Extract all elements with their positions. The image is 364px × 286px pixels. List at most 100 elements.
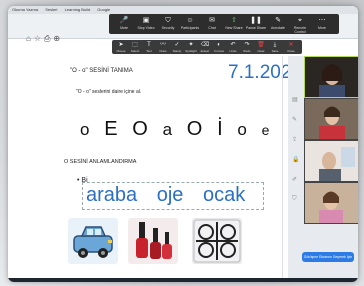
participants-button[interactable]: ☺ Participants: [179, 16, 201, 30]
instruction-text: "O - o" seslerini daire içine al.: [76, 89, 142, 95]
home-icon[interactable]: ⌂: [26, 34, 34, 43]
share-screen-icon: ⇧: [231, 17, 237, 24]
annotate-mouse-tool[interactable]: ➤ Mouse: [114, 42, 128, 53]
pause-share-button[interactable]: ❚❚ Pause Share: [245, 16, 267, 30]
word: ocak: [202, 184, 246, 206]
thumbnail-icon[interactable]: ▤: [292, 96, 298, 103]
annotation-toolbar: ➤ Mouse ⬚ Select T Text 〰 Draw ✓ Stamp ✦ Spotl…: [112, 40, 302, 54]
letter: İ: [217, 118, 223, 140]
zoom-toolbar: 🎤 Mute ▣ Stop Video ⛉ Security ☺ Participant…: [109, 14, 339, 34]
mute-button[interactable]: 🎤 Mute: [113, 16, 135, 30]
participant-video[interactable]: [304, 56, 358, 98]
tool-label: Mouse: [116, 49, 126, 53]
letter: a: [162, 120, 173, 139]
chat-button[interactable]: ✉ Chat: [201, 16, 223, 30]
tool-label: Undo: [229, 49, 237, 53]
format-icon: ◐: [217, 42, 221, 48]
select-meeting-screen-button[interactable]: Görüşme Ekranını Seçmek İçin: [302, 252, 354, 262]
video-camera-icon: ▣: [142, 17, 150, 24]
participants-icon: ☺: [186, 17, 194, 24]
tool-label: Redo: [243, 49, 251, 53]
browser-tab[interactable]: Okuma Yazma: [12, 7, 38, 12]
stop-video-button[interactable]: ▣ Stop Video: [135, 16, 157, 30]
undo-icon: ↶: [230, 42, 236, 48]
browser-tab[interactable]: Google: [97, 7, 110, 12]
tool-label: Text: [146, 49, 152, 53]
annotated-words: araba oje ocak: [86, 184, 259, 207]
annotate-save-tool[interactable]: ⤓ Save: [268, 42, 282, 53]
annotate-format-tool[interactable]: ◐ Format: [212, 42, 226, 53]
chat-icon: ✉: [209, 17, 215, 24]
more-label: More: [318, 26, 326, 30]
new-share-button[interactable]: ⇧ New Share: [223, 16, 245, 30]
mute-label: Mute: [120, 26, 128, 30]
section-heading-2: O SESİNİ ANLAMLANDIRMA: [64, 159, 137, 165]
annotate-select-tool[interactable]: ⬚ Select: [128, 42, 142, 53]
comment-icon[interactable]: ✎: [292, 116, 297, 123]
annotate-spotlight-tool[interactable]: ✦ Spotlight: [184, 42, 198, 53]
browser-tab[interactable]: Learning Build: [65, 7, 91, 12]
browser-tab[interactable]: Sesleri: [45, 7, 57, 12]
annotate-redo-tool[interactable]: ↷ Redo: [240, 42, 254, 53]
worksheet-page: "O - o" SESİNİ TANIMA 7.1.2021 "O - o" s…: [16, 56, 302, 278]
document-toolbar-icons: ⌂☆⎙⊕: [26, 34, 63, 44]
tool-label: Format: [214, 49, 224, 53]
share-icon[interactable]: ⇪: [292, 136, 297, 143]
participant-video[interactable]: [304, 182, 358, 224]
letter: e: [261, 122, 270, 138]
word: oje: [156, 184, 184, 206]
security-button[interactable]: ⛉ Security: [157, 16, 179, 30]
participant-video[interactable]: [304, 140, 358, 182]
star-icon[interactable]: ☆: [34, 34, 44, 43]
stove-image: [192, 218, 242, 264]
tool-label: Select: [130, 49, 140, 53]
annotate-draw-tool[interactable]: 〰 Draw: [156, 42, 170, 53]
pause-icon: ❚❚: [250, 17, 262, 24]
annotate-clear-tool[interactable]: 🗑 Clear: [254, 42, 268, 53]
pencil-icon: ✎: [275, 17, 281, 24]
annotate-text-tool[interactable]: T Text: [142, 42, 156, 53]
tool-label: Save: [271, 49, 279, 53]
participant-video[interactable]: [304, 98, 358, 140]
eraser-icon: ⌫: [200, 42, 210, 48]
annotate-eraser-tool[interactable]: ⌫ Eraser: [198, 42, 212, 53]
tool-label: Spotlight: [185, 49, 197, 53]
tool-label: Close: [287, 49, 295, 53]
remote-control-button[interactable]: ⌖ Remote Control: [289, 16, 311, 34]
spotlight-icon: ✦: [188, 42, 194, 48]
print-icon[interactable]: ⎙: [44, 34, 53, 43]
letter-row: o E O a O İ o e: [80, 118, 279, 141]
annotate-close-button[interactable]: ✕ Close: [284, 42, 298, 53]
close-icon: ✕: [288, 42, 294, 48]
taskbar: [8, 278, 358, 282]
letter: O: [186, 118, 203, 140]
screen: Okuma Yazma Sesleri Learning Build Googl…: [8, 6, 358, 282]
letter: O: [132, 118, 148, 140]
annotate-stamp-tool[interactable]: ✓ Stamp: [170, 42, 184, 53]
zoom-icon[interactable]: ⊕: [53, 34, 63, 43]
annotate-label: Annotate: [270, 26, 285, 30]
redo-icon: ↷: [244, 42, 250, 48]
microphone-icon: 🎤: [119, 17, 129, 24]
tool-label: Clear: [257, 49, 265, 53]
new-share-label: New Share: [225, 26, 243, 30]
save-icon: ⤓: [273, 42, 277, 48]
more-icon: ⋯: [318, 17, 326, 24]
letter: o: [80, 120, 90, 139]
annotate-button[interactable]: ✎ Annotate: [267, 16, 289, 30]
shield-icon[interactable]: ⛉: [292, 196, 297, 203]
remote-control-icon: ⌖: [298, 17, 302, 24]
page-edge: [282, 56, 283, 278]
edit-icon[interactable]: ✐: [292, 176, 297, 183]
security-label: Security: [161, 26, 175, 30]
annotate-undo-tool[interactable]: ↶ Undo: [226, 42, 240, 53]
toy-car-image: [68, 218, 118, 264]
stamp-icon: ✓: [174, 42, 180, 48]
section-heading: "O - o" SESİNİ TANIMA: [70, 68, 133, 74]
tool-label: Stamp: [172, 49, 182, 53]
select-icon: ⬚: [132, 42, 138, 48]
lock-icon[interactable]: 🔒: [292, 156, 299, 163]
text-icon: T: [147, 42, 151, 48]
more-button[interactable]: ⋯ More: [311, 16, 333, 30]
pause-share-label: Pause Share: [245, 26, 267, 30]
